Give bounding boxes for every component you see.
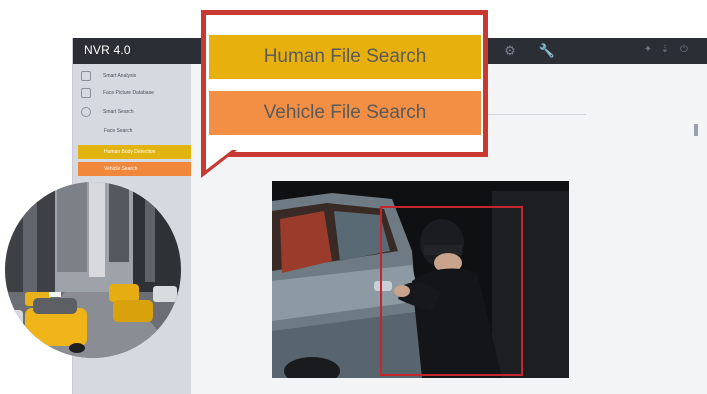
alert-icon[interactable]: ✦	[641, 43, 655, 57]
power-icon[interactable]: ⏻	[677, 43, 691, 57]
settings-icon[interactable]: ⚙	[501, 42, 519, 60]
analysis-icon	[81, 71, 91, 81]
sidebar-subitem-vehicle-search[interactable]: Vehicle Search	[78, 162, 191, 176]
app-title: NVR 4.0	[84, 43, 131, 57]
sidebar-subitem-human-body-detection[interactable]: Human Body Detection	[78, 145, 191, 159]
download-icon[interactable]: ⇣	[658, 43, 672, 57]
scrollbar[interactable]	[694, 124, 698, 136]
callout-pointer-inner	[206, 150, 232, 170]
sidebar-item-smart-search[interactable]: Smart Search	[73, 104, 191, 121]
vehicle-file-search-button[interactable]: Vehicle File Search	[209, 91, 481, 135]
street-scene-image	[5, 182, 181, 358]
taxi-street-illustration	[5, 182, 181, 358]
sidebar-item-smart-analysis[interactable]: Smart Analysis	[73, 68, 191, 85]
sidebar-item-face-database[interactable]: Face Picture Database	[73, 85, 191, 102]
human-file-search-button[interactable]: Human File Search	[209, 35, 481, 79]
surveillance-image	[272, 181, 569, 378]
sidebar-subitem-face-search[interactable]: Face Search	[73, 123, 191, 140]
search-icon	[81, 107, 91, 117]
database-icon	[81, 88, 91, 98]
detection-box	[380, 206, 523, 376]
wrench-icon[interactable]: 🔧	[538, 42, 556, 60]
